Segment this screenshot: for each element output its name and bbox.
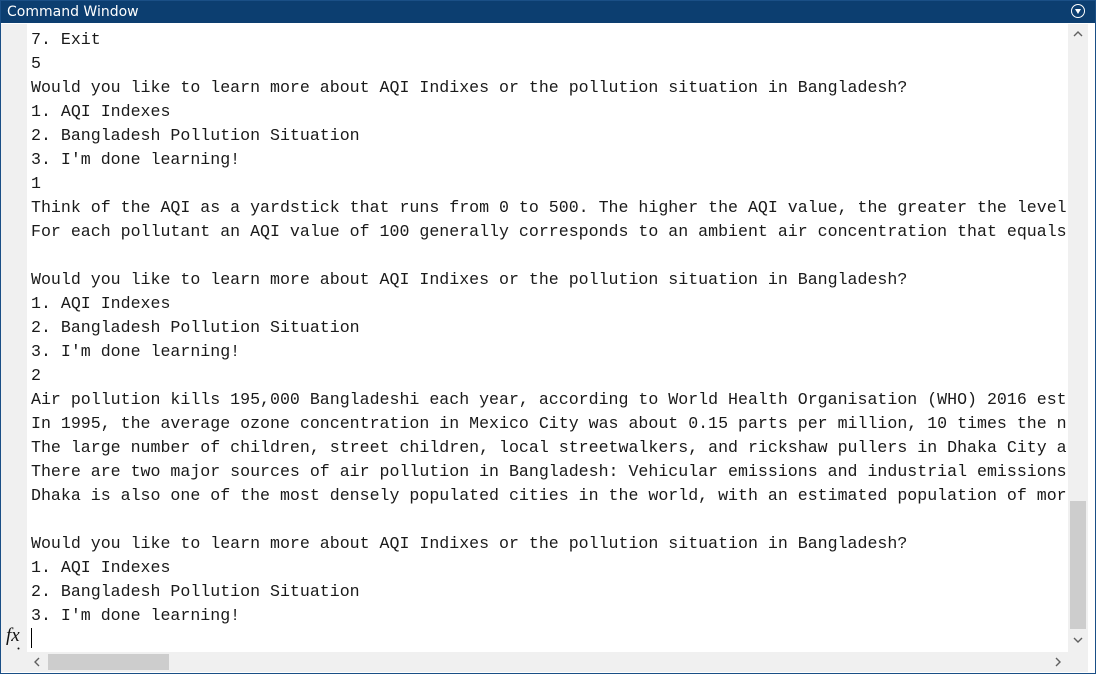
horizontal-scrollbar[interactable] [27,652,1068,672]
command-window: Command Window 7. Exit 5 Would you like to… [0,0,1096,674]
output-line: 1. AQI Indexes [31,558,171,577]
output-line: 2. Bangladesh Pollution Situation [31,318,360,337]
window-title: Command Window [7,4,139,20]
output-line: 7. Exit [31,30,101,49]
fx-menu-dots-icon [17,647,20,650]
vertical-scroll-thumb[interactable] [1070,501,1086,629]
output-line: 1. AQI Indexes [31,102,171,121]
command-input-caret[interactable] [31,628,32,648]
fx-icon[interactable]: fx [6,625,20,647]
output-line: 3. I'm done learning! [31,342,241,361]
scroll-down-icon[interactable] [1068,630,1088,650]
output-line: Dhaka is also one of the most densely po… [31,486,1067,505]
output-line: Air pollution kills 195,000 Bangladeshi … [31,390,1067,409]
chevron-down-circle-icon[interactable] [1071,4,1085,18]
output-line: For each pollutant an AQI value of 100 g… [31,222,1067,241]
output-line: 5 [31,54,41,73]
output-line: 1 [31,174,41,193]
output-line: The large number of children, street chi… [31,438,1067,457]
vertical-scrollbar[interactable] [1068,24,1088,652]
output-line: 1. AQI Indexes [31,294,171,313]
output-line: 2. Bangladesh Pollution Situation [31,582,360,601]
command-output-area[interactable]: 7. Exit 5 Would you like to learn more abo… [27,24,1068,652]
bottom-left-corner [1,652,27,672]
output-line: Would you like to learn more about AQI I… [31,78,908,97]
output-text: 7. Exit 5 Would you like to learn more abo… [31,28,1067,628]
output-line: 3. I'm done learning! [31,606,241,625]
output-line: Would you like to learn more about AQI I… [31,534,908,553]
horizontal-scroll-thumb[interactable] [48,654,169,670]
output-line: There are two major sources of air pollu… [31,462,1067,481]
output-line: 3. I'm done learning! [31,150,241,169]
scroll-right-icon[interactable] [1048,652,1068,672]
output-line: Would you like to learn more about AQI I… [31,270,908,289]
output-line: 2. Bangladesh Pollution Situation [31,126,360,145]
scrollbar-corner [1068,652,1088,672]
left-gutter [1,24,27,652]
output-line: Think of the AQI as a yardstick that run… [31,198,1067,217]
output-line: 2 [31,366,41,385]
output-line: In 1995, the average ozone concentration… [31,414,1067,433]
scroll-up-icon[interactable] [1068,24,1088,44]
window-titlebar[interactable]: Command Window [1,1,1095,23]
scroll-left-icon[interactable] [27,652,47,672]
